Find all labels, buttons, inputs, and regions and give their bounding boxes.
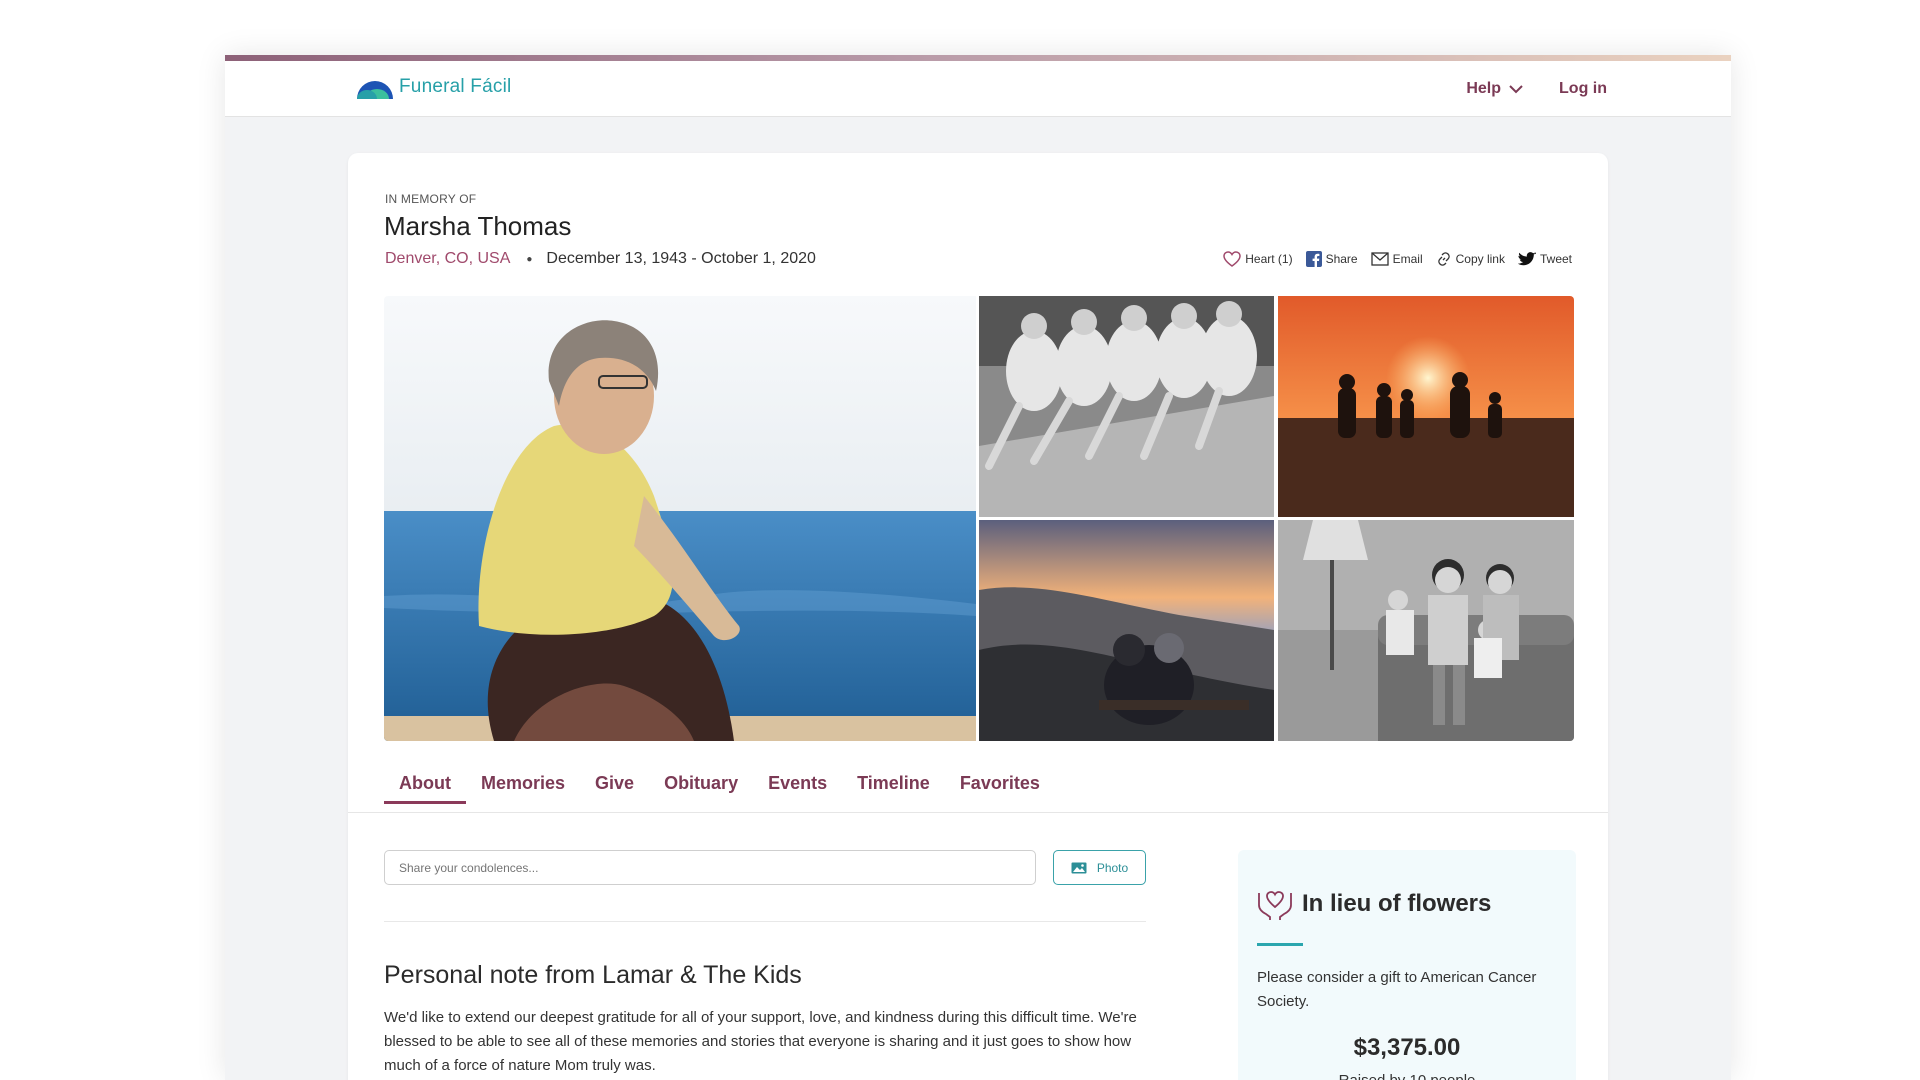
- photo-button-label: Photo: [1096, 860, 1129, 875]
- tab-obituary[interactable]: Obituary: [649, 773, 753, 802]
- email-icon: [1370, 252, 1389, 266]
- lieu-accent-bar: [1257, 943, 1303, 946]
- memorial-tabs: About Memories Give Obituary Events Time…: [384, 773, 1055, 804]
- chevron-down-icon: [1509, 84, 1523, 93]
- life-dates: December 13, 1943 - October 1, 2020: [546, 250, 816, 267]
- tab-memories[interactable]: Memories: [466, 773, 580, 802]
- photo-couple-bench: [979, 520, 1274, 741]
- header-nav: Help Log in: [1466, 61, 1607, 116]
- share-bar: Heart (1) Share Email Copy link Tweet: [1223, 251, 1572, 267]
- photo-vintage-group: [979, 296, 1274, 517]
- heart-label: Heart (1): [1245, 252, 1293, 266]
- tab-give[interactable]: Give: [580, 773, 649, 802]
- gallery-photo-main[interactable]: [384, 296, 976, 741]
- photo-gallery: [384, 296, 1574, 741]
- gallery-photo-4[interactable]: [979, 520, 1274, 741]
- tab-about[interactable]: About: [384, 773, 466, 804]
- email-label: Email: [1392, 252, 1423, 266]
- share-label: Share: [1325, 252, 1358, 266]
- facebook-share-button[interactable]: Share: [1305, 251, 1358, 267]
- heart-icon: [1223, 251, 1241, 267]
- site-header: Funeral Fácil Help Log in: [225, 61, 1731, 117]
- add-photo-button[interactable]: Photo: [1053, 850, 1146, 885]
- link-icon: [1437, 252, 1450, 266]
- donor-count: Raised by 10 people: [1238, 1072, 1576, 1080]
- condolence-input[interactable]: [384, 850, 1036, 885]
- content-separator: [384, 921, 1146, 922]
- twitter-icon: [1517, 251, 1536, 265]
- deceased-name: Marsha Thomas: [384, 211, 572, 241]
- gallery-photo-3[interactable]: [1278, 296, 1574, 517]
- meta-separator: ●: [526, 253, 533, 265]
- copy-link-label: Copy link: [1455, 252, 1505, 266]
- image-icon: [1071, 862, 1087, 873]
- tab-timeline[interactable]: Timeline: [842, 773, 945, 802]
- in-lieu-of-flowers-panel: In lieu of flowers Please consider a gif…: [1238, 850, 1576, 1080]
- email-share-button[interactable]: Email: [1370, 252, 1423, 266]
- heart-button[interactable]: Heart (1): [1223, 251, 1293, 267]
- memorial-card: IN MEMORY OF Marsha Thomas Denver, CO, U…: [348, 153, 1608, 1080]
- note-title: Personal note from Lamar & The Kids: [384, 961, 802, 989]
- copy-link-button[interactable]: Copy link: [1436, 251, 1505, 267]
- hands-heart-icon: [1258, 891, 1292, 920]
- help-label: Help: [1466, 79, 1502, 97]
- tweet-label: Tweet: [1539, 252, 1572, 266]
- tab-events[interactable]: Events: [753, 773, 842, 802]
- location: Denver, CO, USA: [385, 250, 511, 267]
- gallery-photo-5[interactable]: [1278, 520, 1574, 741]
- lieu-text: Please consider a gift to American Cance…: [1257, 969, 1537, 1010]
- photo-family-sunset: [1278, 296, 1574, 517]
- tab-favorites[interactable]: Favorites: [945, 773, 1055, 802]
- gallery-photo-2[interactable]: [979, 296, 1274, 517]
- lieu-title: In lieu of flowers: [1302, 890, 1492, 917]
- note-body: We'd like to extend our deepest gratitud…: [384, 1009, 1137, 1074]
- lieu-header: In lieu of flowers: [1256, 887, 1491, 921]
- browser-window: Funeral Fácil Help Log in IN MEMORY OF M…: [225, 55, 1731, 1080]
- help-menu[interactable]: Help: [1466, 80, 1523, 98]
- logo-text: Funeral Fácil: [399, 76, 512, 97]
- facebook-icon: [1305, 251, 1322, 267]
- logo[interactable]: Funeral Fácil: [355, 75, 511, 99]
- photo-woman-by-sea: [384, 296, 976, 741]
- tweet-button[interactable]: Tweet: [1517, 251, 1572, 267]
- login-link[interactable]: Log in: [1559, 80, 1607, 98]
- memorial-meta: Denver, CO, USA ● December 13, 1943 - Oc…: [385, 250, 816, 268]
- logo-icon: [357, 81, 393, 99]
- in-memory-label: IN MEMORY OF: [385, 192, 477, 206]
- amount-raised: $3,375.00: [1353, 1034, 1461, 1061]
- tab-divider: [348, 812, 1608, 813]
- photo-vintage-family: [1278, 520, 1574, 741]
